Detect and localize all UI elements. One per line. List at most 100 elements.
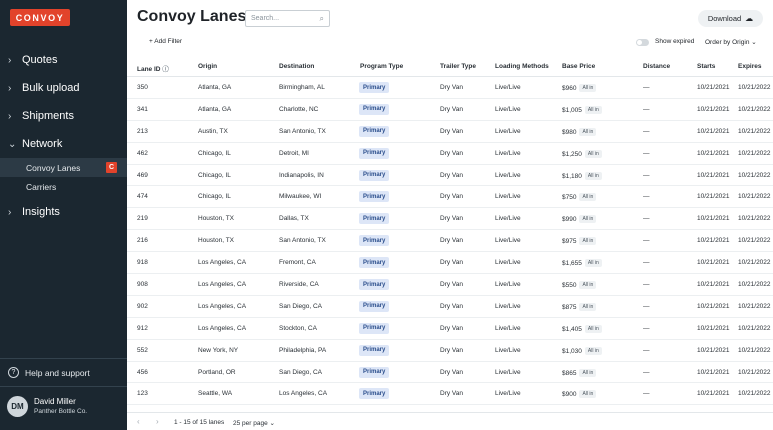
table-row[interactable]: 216 Houston, TX San Antonio, TX Primary Dry … (127, 230, 773, 253)
cell-distance: — (643, 346, 650, 354)
table-row[interactable]: 474 Chicago, IL Milwaukee, WI Primary Dry Va… (127, 186, 773, 209)
cell-lane-id: 918 (137, 259, 148, 267)
sidebar-item-bulk-upload[interactable]: › Bulk upload (0, 74, 127, 102)
add-filter-button[interactable]: + Add Filter (149, 38, 182, 45)
cell-loading-methods: Live/Live (495, 346, 521, 354)
cell-program-type: Primary (359, 388, 390, 400)
column-header-distance[interactable]: Distance (643, 63, 670, 70)
cell-base-price: $1,655 All in (562, 259, 602, 268)
cell-trailer-type: Dry Van (440, 281, 463, 289)
cell-trailer-type: Dry Van (440, 193, 463, 201)
per-page-select[interactable]: 25 per page ⌄ (233, 419, 275, 427)
cell-program-type: Primary (359, 169, 390, 181)
cell-loading-methods: Live/Live (495, 127, 521, 135)
cell-lane-id: 456 (137, 368, 148, 376)
sidebar-item-label: Bulk upload (22, 82, 80, 94)
cell-starts: 10/21/2021 (697, 215, 730, 223)
cell-lane-id: 469 (137, 171, 148, 179)
search-icon: ⌕ (319, 14, 324, 23)
table-row[interactable]: 219 Houston, TX Dallas, TX Primary Dry Van Li… (127, 208, 773, 231)
all-in-badge: All in (579, 302, 597, 311)
cell-program-type: Primary (359, 213, 390, 225)
cell-expires: 10/21/2022 (738, 368, 771, 376)
column-header-base-price[interactable]: Base Price (562, 63, 595, 70)
sidebar-item-insights[interactable]: › Insights (0, 198, 127, 226)
cell-program-type: Primary (359, 366, 390, 378)
sidebar-subitem-label: Convoy Lanes (26, 162, 81, 173)
sidebar-subitem-carriers[interactable]: Carriers (0, 177, 127, 196)
all-in-badge: All in (579, 84, 597, 92)
table-row[interactable]: 213 Austin, TX San Antonio, TX Primary Dry V… (127, 121, 773, 143)
table-row[interactable]: 552 New York, NY Philadelphia, PA Primary Dr… (127, 340, 773, 362)
cell-origin: Los Angeles, CA (198, 281, 247, 289)
cell-destination: Philadelphia, PA (279, 346, 327, 354)
sidebar-item-quotes[interactable]: › Quotes (0, 46, 127, 74)
search-input[interactable]: Search... ⌕ (245, 10, 330, 27)
sidebar-item-network[interactable]: ⌄ Network (0, 130, 127, 158)
all-in-badge: All in (584, 324, 602, 333)
table-row[interactable]: 123 Seattle, WA Los Angeles, CA Primary Dry … (127, 383, 773, 406)
sidebar-item-shipments[interactable]: › Shipments (0, 102, 127, 130)
cell-destination: Fremont, CA (279, 259, 316, 267)
cell-expires: 10/21/2022 (738, 302, 771, 310)
user-profile[interactable]: DM David Miller Panther Bottle Co. (7, 396, 87, 417)
column-header-destination[interactable]: Destination (279, 63, 314, 70)
cell-distance: — (643, 281, 650, 289)
cell-starts: 10/21/2021 (697, 259, 730, 267)
cell-origin: Houston, TX (198, 215, 235, 223)
chevron-right-icon: › (8, 54, 12, 66)
cell-trailer-type: Dry Van (440, 171, 463, 179)
page-title: Convoy Lanes (137, 8, 247, 25)
show-expired-toggle[interactable] (636, 39, 649, 46)
cell-expires: 10/21/2022 (738, 171, 771, 179)
order-by-dropdown[interactable]: Order by Origin ⌄ (705, 38, 757, 46)
column-header-trailer-type[interactable]: Trailer Type (440, 63, 476, 70)
column-header-loading-methods[interactable]: Loading Methods (495, 63, 549, 70)
table-row[interactable]: 341 Atlanta, GA Charlotte, NC Primary Dry Va… (127, 99, 773, 121)
cell-starts: 10/21/2021 (697, 324, 730, 332)
cell-program-type: Primary (359, 257, 390, 269)
cell-trailer-type: Dry Van (440, 368, 463, 376)
table-row[interactable]: 918 Los Angeles, CA Fremont, CA Primary Dry … (127, 252, 773, 275)
cell-destination: Milwaukee, WI (279, 193, 322, 201)
table-row[interactable]: 462 Chicago, IL Detroit, MI Primary Dry Van L… (127, 143, 773, 165)
logo-text: CONVOY (15, 12, 65, 23)
cell-starts: 10/21/2021 (697, 281, 730, 289)
cell-distance: — (643, 171, 650, 179)
column-header-program-type[interactable]: Program Type (360, 63, 403, 70)
pagination-count: 1 - 15 of 15 lanes (174, 419, 225, 426)
sidebar-nav: › Quotes › Bulk upload › Shipments ⌄ Net… (0, 46, 127, 226)
cell-lane-id: 123 (137, 390, 148, 398)
table-row[interactable]: 902 Los Angeles, CA San Diego, CA Primary Dr… (127, 296, 773, 318)
convoy-logo[interactable]: CONVOY (10, 9, 70, 26)
next-page-icon[interactable]: › (156, 417, 159, 426)
cell-lane-id: 213 (137, 127, 148, 135)
download-button[interactable]: Download ☁ (698, 10, 763, 27)
cell-destination: Los Angeles, CA (279, 390, 328, 398)
column-header-expires[interactable]: Expires (738, 63, 762, 70)
cell-destination: San Antonio, TX (279, 237, 326, 245)
cell-loading-methods: Live/Live (495, 237, 521, 245)
column-header-lane-id[interactable]: Lane ID ⓘ (137, 63, 169, 73)
cell-starts: 10/21/2021 (697, 105, 730, 113)
table-row[interactable]: 908 Los Angeles, CA Riverside, CA Primary Dr… (127, 274, 773, 296)
cell-base-price: $875 All in (562, 302, 597, 311)
all-in-badge: All in (579, 193, 597, 202)
cell-lane-id: 462 (137, 149, 148, 157)
column-header-starts[interactable]: Starts (697, 63, 715, 70)
cell-expires: 10/21/2022 (738, 281, 771, 289)
prev-page-icon[interactable]: ‹ (137, 417, 140, 426)
column-header-origin[interactable]: Origin (198, 63, 217, 70)
cloud-download-icon: ☁ (745, 14, 754, 23)
table-row[interactable]: 456 Portland, OR San Diego, CA Primary Dry V… (127, 362, 773, 384)
help-circle-icon: ? (8, 367, 19, 378)
cell-expires: 10/21/2022 (738, 324, 771, 332)
table-row[interactable]: 350 Atlanta, GA Birmingham, AL Primary Dry V… (127, 77, 773, 99)
table-row[interactable]: 469 Chicago, IL Indianapolis, IN Primary Dry… (127, 165, 773, 187)
cell-origin: Los Angeles, CA (198, 302, 247, 310)
cell-starts: 10/21/2021 (697, 237, 730, 245)
all-in-badge: All in (584, 105, 602, 114)
sidebar-subitem-convoy-lanes[interactable]: Convoy Lanes C (0, 158, 127, 177)
help-and-support-link[interactable]: ? Help and support (8, 367, 90, 378)
table-row[interactable]: 912 Los Angeles, CA Stockton, CA Primary Dry… (127, 318, 773, 340)
